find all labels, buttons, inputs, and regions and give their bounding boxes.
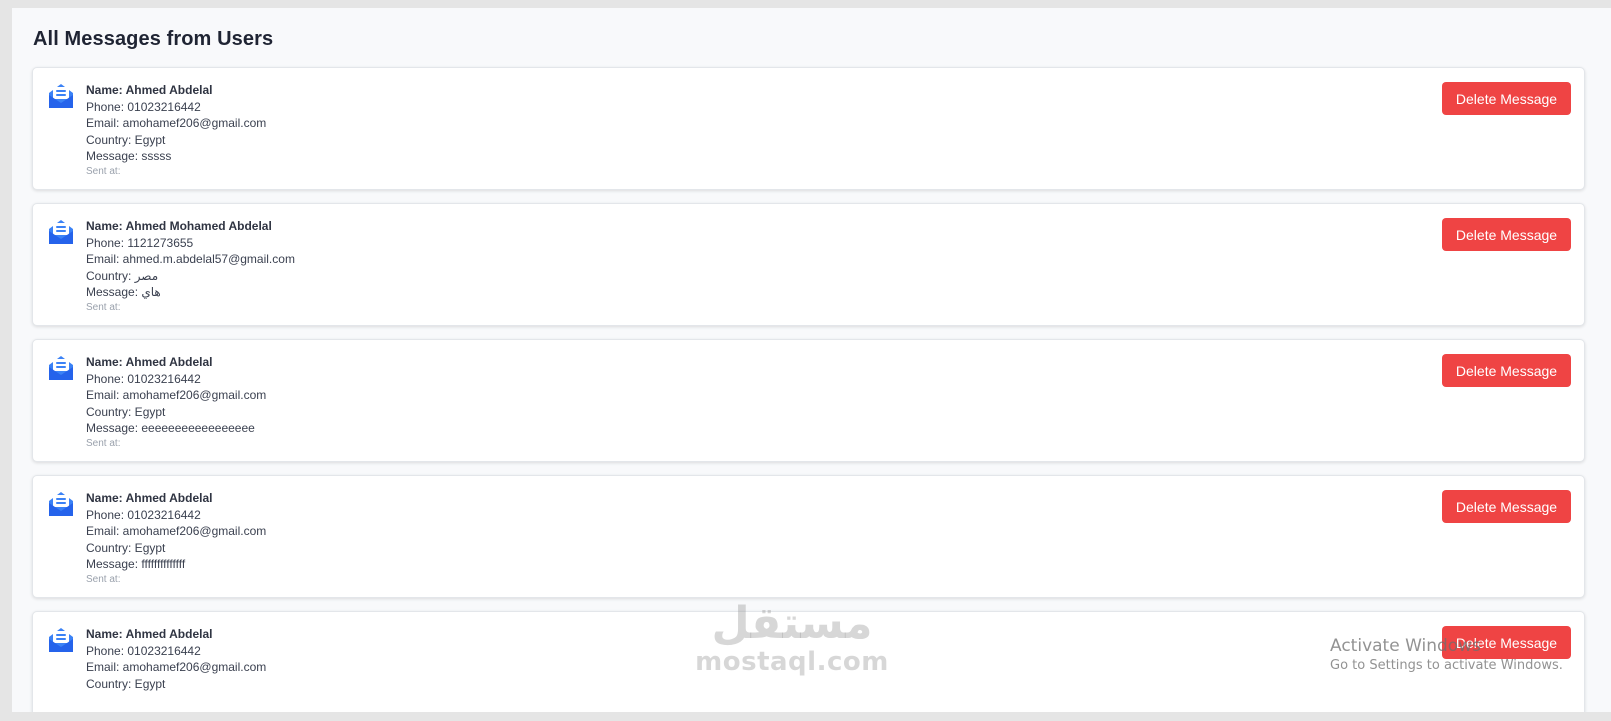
page-title: All Messages from Users [33, 28, 274, 50]
sender-email: Email: ahmed.m.abdelal57@gmail.com [86, 252, 295, 267]
message-card: Name: Ahmed Abdelal Phone: 01023216442 E… [32, 67, 1585, 190]
sender-name: Name: Ahmed Abdelal [86, 355, 213, 369]
delete-message-button[interactable]: Delete Message [1442, 490, 1571, 523]
envelope-message-icon [49, 84, 73, 108]
message-card: Name: Ahmed Abdelal Phone: 01023216442 E… [32, 339, 1585, 462]
sent-at: Sent at: [86, 437, 121, 449]
message-text: Message: eeeeeeeeeeeeeeeee [86, 421, 255, 436]
message-card: Name: Ahmed Abdelal Phone: 01023216442 E… [32, 475, 1585, 598]
sent-at: Sent at: [86, 573, 121, 585]
message-details: Name: Ahmed Abdelal Phone: 01023216442 E… [86, 490, 266, 587]
sender-email: Email: amohamef206@gmail.com [86, 660, 267, 675]
delete-message-button[interactable]: Delete Message [1442, 626, 1571, 659]
sender-phone: Phone: 01023216442 [86, 507, 201, 522]
message-details: Name: Ahmed Abdelal Phone: 01023216442 E… [86, 626, 266, 692]
messages-page: All Messages from Users Name: Ahmed Abde… [12, 8, 1611, 712]
sender-phone: Phone: 1121273655 [86, 235, 194, 250]
sender-country: Country: Egypt [86, 540, 166, 555]
message-text: Message: هاي [86, 285, 161, 300]
message-details: Name: Ahmed Abdelal Phone: 01023216442 E… [86, 354, 266, 451]
sender-country: Country: مصر [86, 268, 159, 283]
message-card: Name: Ahmed Abdelal Phone: 01023216442 E… [32, 611, 1585, 712]
sender-country: Country: Egypt [86, 676, 166, 691]
envelope-message-icon [49, 628, 73, 652]
envelope-message-icon [49, 220, 73, 244]
sender-phone: Phone: 01023216442 [86, 99, 201, 114]
sender-phone: Phone: 01023216442 [86, 643, 201, 658]
sender-email: Email: amohamef206@gmail.com [86, 388, 267, 403]
message-card: Name: Ahmed Mohamed Abdelal Phone: 11212… [32, 203, 1585, 326]
message-details: Name: Ahmed Abdelal Phone: 01023216442 E… [86, 82, 266, 179]
sender-email: Email: amohamef206@gmail.com [86, 116, 267, 131]
delete-message-button[interactable]: Delete Message [1442, 82, 1571, 115]
delete-message-button[interactable]: Delete Message [1442, 354, 1571, 387]
delete-message-button[interactable]: Delete Message [1442, 218, 1571, 251]
sender-country: Country: Egypt [86, 132, 166, 147]
message-list: Name: Ahmed Abdelal Phone: 01023216442 E… [32, 67, 1585, 712]
sender-name: Name: Ahmed Abdelal [86, 83, 213, 97]
sent-at: Sent at: [86, 165, 121, 177]
message-text: Message: ffffffffffffff [86, 557, 186, 572]
message-details: Name: Ahmed Mohamed Abdelal Phone: 11212… [86, 218, 295, 315]
bottom-bar [0, 712, 1611, 721]
sender-name: Name: Ahmed Abdelal [86, 627, 213, 641]
sender-name: Name: Ahmed Mohamed Abdelal [86, 219, 272, 233]
envelope-message-icon [49, 492, 73, 516]
sender-phone: Phone: 01023216442 [86, 371, 201, 386]
sender-name: Name: Ahmed Abdelal [86, 491, 213, 505]
sender-country: Country: Egypt [86, 404, 166, 419]
sender-email: Email: amohamef206@gmail.com [86, 524, 267, 539]
envelope-message-icon [49, 356, 73, 380]
sent-at: Sent at: [86, 301, 121, 313]
message-text: Message: sssss [86, 149, 172, 164]
